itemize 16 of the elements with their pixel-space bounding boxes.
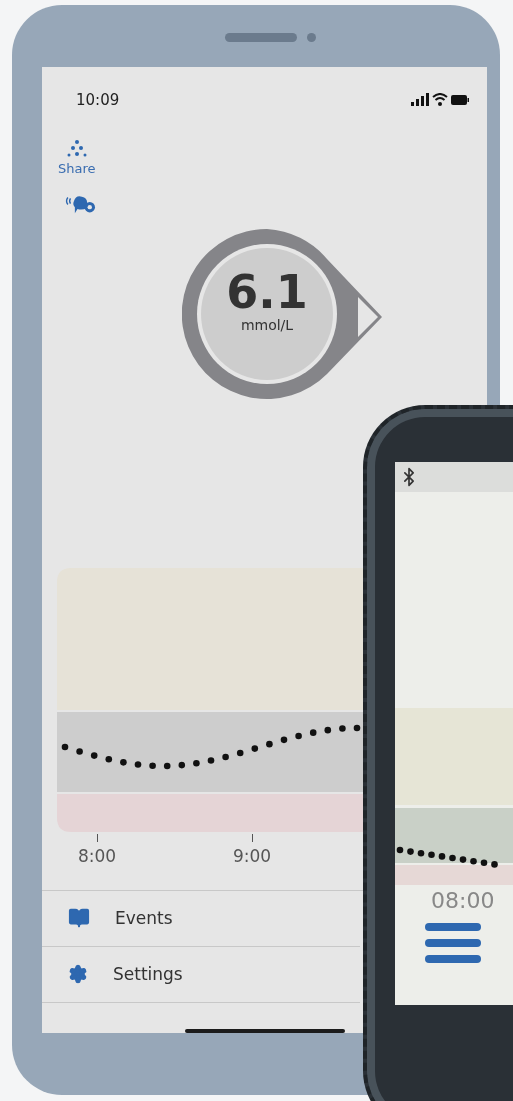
glucose-value: 6.1 [226,269,308,316]
status-time: 10:09 [76,90,120,109]
status-icons [411,92,469,107]
share-icon [66,140,87,158]
phone-camera [307,33,316,42]
phone-speaker [225,33,297,42]
menu-item[interactable]: Events [42,890,360,947]
menu-item[interactable]: Settings [42,946,360,1003]
second-time-label: 08:00 [431,888,495,913]
time-axis-label: 9:00 [232,845,272,866]
menu-button[interactable] [425,923,481,963]
time-axis-label: 8:00 [77,845,117,866]
glucose-unit: mmol/L [240,317,294,334]
share-button[interactable]: Share [58,140,96,176]
book-icon [68,907,90,930]
settings-icon [68,964,88,985]
